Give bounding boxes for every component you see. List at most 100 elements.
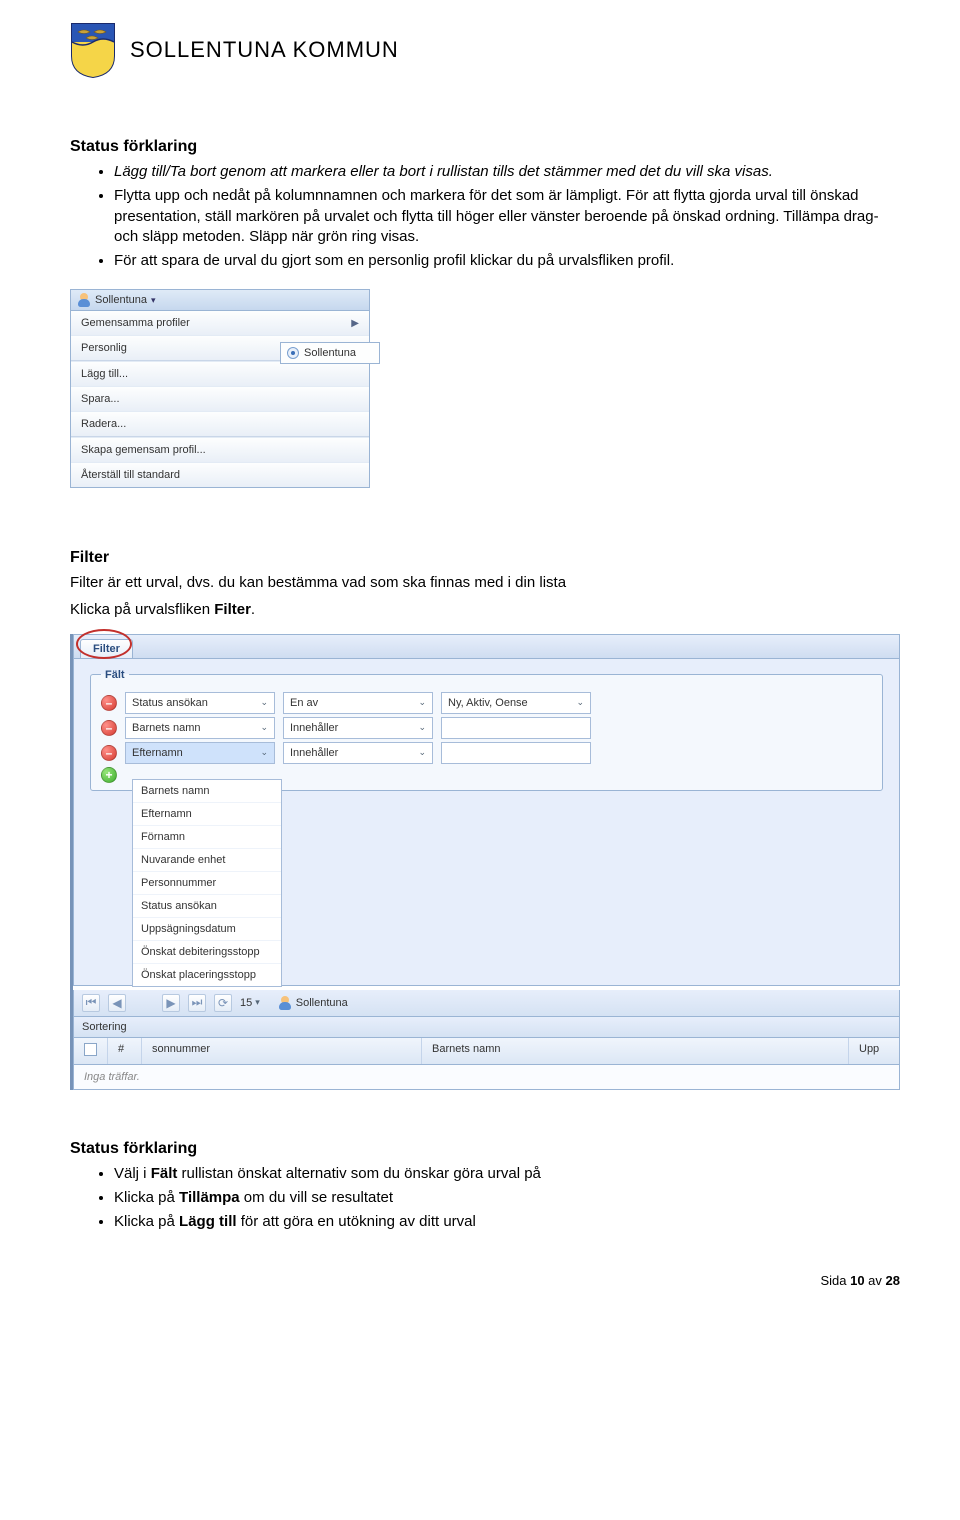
remove-row-icon[interactable]: –: [101, 720, 117, 736]
sort-label: Sortering: [82, 1021, 127, 1033]
dropdown-option[interactable]: Personnummer: [133, 871, 281, 894]
dropdown-option[interactable]: Uppsägningsdatum: [133, 917, 281, 940]
combo-value: Ny, Aktiv, Oense: [448, 697, 528, 709]
status-bullets-1: Lägg till/Ta bort genom att markera elle…: [70, 162, 900, 271]
bullet-item: Välj i Fält rullistan önskat alternativ …: [114, 1164, 900, 1184]
menu-label: Skapa gemensam profil...: [81, 444, 206, 456]
remove-row-icon[interactable]: –: [101, 745, 117, 761]
dropdown-option[interactable]: Önskat debiteringsstopp: [133, 940, 281, 963]
filter-desc-1: Filter är ett urval, dvs. du kan bestämm…: [70, 573, 900, 593]
chevron-down-icon: ⌄: [418, 747, 426, 758]
field-combo[interactable]: Efternamn ⌄: [125, 742, 275, 764]
tab-filter[interactable]: Filter: [80, 639, 133, 658]
combo-value: Efternamn: [132, 747, 183, 759]
dropdown-option[interactable]: Önskat placeringsstopp: [133, 963, 281, 986]
menu-label: Lägg till...: [81, 368, 128, 380]
col-personnummer[interactable]: sonnummer: [142, 1038, 422, 1064]
menu-label: Spara...: [81, 393, 120, 405]
operator-combo[interactable]: Innehåller ⌄: [283, 717, 433, 739]
operator-combo[interactable]: En av ⌄: [283, 692, 433, 714]
field-combo[interactable]: Barnets namn ⌄: [125, 717, 275, 739]
chevron-down-icon: ⌄: [260, 697, 268, 708]
combo-value: Innehåller: [290, 747, 338, 759]
page-footer: Sida 10 av 28: [70, 1273, 900, 1288]
combo-value: Status ansökan: [132, 697, 208, 709]
field-dropdown-list: Barnets namn Efternamn Förnamn Nuvarande…: [132, 779, 282, 987]
municipality-crest-icon: [70, 22, 116, 78]
col-hash[interactable]: #: [108, 1038, 142, 1064]
chevron-down-icon[interactable]: ▾: [255, 997, 260, 1008]
chevron-down-icon: ⌄: [260, 747, 268, 758]
filter-row: – Barnets namn ⌄ Innehåller ⌄: [101, 717, 872, 739]
dropdown-option[interactable]: Nuvarande enhet: [133, 848, 281, 871]
menu-label: Gemensamma profiler: [81, 317, 190, 329]
value-input[interactable]: [441, 742, 591, 764]
menu-label: Personlig: [81, 342, 127, 354]
field-combo[interactable]: Status ansökan ⌄: [125, 692, 275, 714]
menu-label: Återställ till standard: [81, 469, 180, 481]
person-icon: [77, 293, 91, 307]
fieldset-legend: Fält: [101, 669, 129, 681]
menu-item-shared-profiles[interactable]: Gemensamma profiler ▶: [71, 311, 369, 335]
dropdown-option[interactable]: Status ansökan: [133, 894, 281, 917]
filter-row: – Efternamn ⌄ Innehåller ⌄: [101, 742, 872, 764]
chevron-right-icon: ▶: [351, 318, 359, 329]
pager-bar: ⏮ ◀ ▶ ⏭ ⟳ 15 ▾ Sollentuna: [73, 990, 900, 1017]
submenu-sollentuna[interactable]: Sollentuna: [280, 342, 380, 364]
profile-label: Sollentuna: [95, 294, 147, 306]
menu-label: Radera...: [81, 418, 126, 430]
dropdown-option[interactable]: Barnets namn: [133, 780, 281, 802]
col-barnets-namn[interactable]: Barnets namn: [422, 1038, 849, 1064]
combo-value: Innehåller: [290, 722, 338, 734]
no-hits-message: Inga träffar.: [73, 1065, 900, 1090]
chevron-down-icon: ⌄: [576, 697, 584, 708]
first-page-button[interactable]: ⏮: [82, 994, 100, 1012]
section-heading-filter: Filter: [70, 549, 900, 567]
combo-value: Barnets namn: [132, 722, 200, 734]
next-page-button[interactable]: ▶: [162, 994, 180, 1012]
chevron-down-icon: ⌄: [260, 722, 268, 733]
submenu-label: Sollentuna: [304, 347, 356, 359]
dropdown-option[interactable]: Förnamn: [133, 825, 281, 848]
prev-page-button[interactable]: ◀: [108, 994, 126, 1012]
last-page-button[interactable]: ⏭: [188, 994, 206, 1012]
combo-value: En av: [290, 697, 318, 709]
dropdown-option[interactable]: Efternamn: [133, 802, 281, 825]
screenshot-filter-panel: Filter Fält – Status ansökan ⌄ En av ⌄ N…: [70, 634, 900, 1090]
menu-item-delete[interactable]: Radera...: [71, 411, 369, 436]
caret-down-icon: ▾: [151, 295, 156, 306]
chevron-down-icon: ⌄: [418, 697, 426, 708]
remove-row-icon[interactable]: –: [101, 695, 117, 711]
col-checkbox[interactable]: [74, 1038, 108, 1064]
filter-fieldset: Fält – Status ansökan ⌄ En av ⌄ Ny, Akti…: [90, 669, 883, 791]
checkbox-icon: [84, 1043, 97, 1056]
filter-row: – Status ansökan ⌄ En av ⌄ Ny, Aktiv, Oe…: [101, 692, 872, 714]
section-heading-status-2: Status förklaring: [70, 1140, 900, 1158]
filter-tabbar: Filter: [73, 634, 900, 659]
bullet-item: För att spara de urval du gjort som en p…: [114, 251, 900, 271]
profile-toolbar[interactable]: Sollentuna ▾: [70, 289, 370, 311]
radio-icon: [287, 347, 299, 359]
value-input[interactable]: [441, 717, 591, 739]
column-headers: # sonnummer Barnets namn Upp: [73, 1038, 900, 1065]
col-upp[interactable]: Upp: [849, 1038, 899, 1064]
bullet-item: Klicka på Tillämpa om du vill se resulta…: [114, 1188, 900, 1208]
add-row-icon[interactable]: +: [101, 767, 117, 783]
menu-item-reset[interactable]: Återställ till standard: [71, 462, 369, 487]
sort-bar: Sortering: [73, 1017, 900, 1038]
menu-item-save[interactable]: Spara...: [71, 386, 369, 411]
person-icon: [278, 996, 292, 1010]
context-label: Sollentuna: [296, 997, 348, 1009]
page-header: SOLLENTUNA KOMMUN: [70, 0, 900, 78]
chevron-down-icon: ⌄: [418, 722, 426, 733]
refresh-button[interactable]: ⟳: [214, 994, 232, 1012]
section-heading-status-1: Status förklaring: [70, 138, 900, 156]
value-combo[interactable]: Ny, Aktiv, Oense ⌄: [441, 692, 591, 714]
bullet-item: Flytta upp och nedåt på kolumnnamnen och…: [114, 186, 900, 247]
bullet-item: Lägg till/Ta bort genom att markera elle…: [114, 162, 900, 182]
profile-dropdown: Gemensamma profiler ▶ Personlig Lägg til…: [70, 311, 370, 488]
menu-item-create-shared[interactable]: Skapa gemensam profil...: [71, 437, 369, 462]
menu-item-add[interactable]: Lägg till...: [71, 361, 369, 386]
operator-combo[interactable]: Innehåller ⌄: [283, 742, 433, 764]
status-bullets-2: Välj i Fält rullistan önskat alternativ …: [70, 1164, 900, 1233]
